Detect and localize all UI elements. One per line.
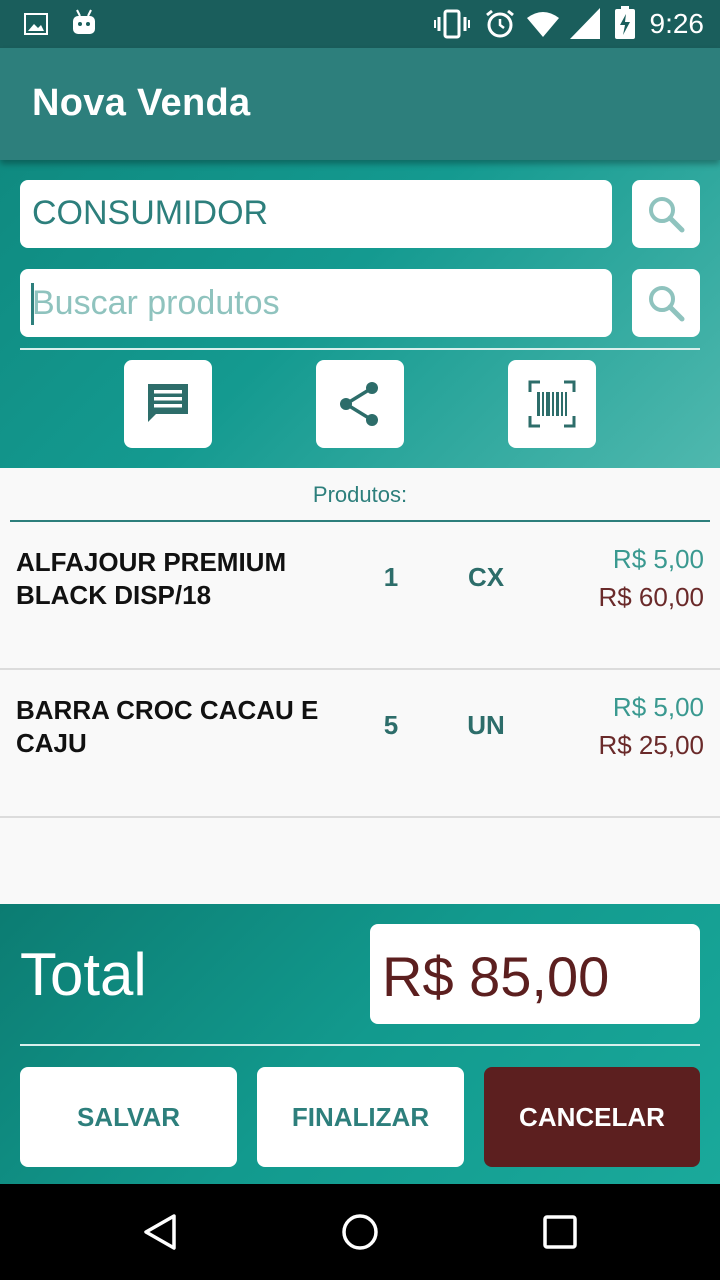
notes-button[interactable] — [124, 360, 212, 448]
back-icon[interactable] — [140, 1212, 180, 1252]
finish-button[interactable]: FINALIZAR — [257, 1067, 464, 1167]
product-unit: UN — [467, 710, 505, 740]
product-unit: CX — [467, 562, 505, 592]
divider — [20, 348, 700, 350]
customer-field[interactable]: CONSUMIDOR — [20, 180, 612, 248]
product-search-input[interactable] — [30, 275, 604, 331]
wifi-icon — [526, 10, 560, 43]
total-label: Total — [20, 941, 147, 1008]
barcode-scan-button[interactable] — [508, 360, 596, 448]
save-button[interactable]: SALVAR — [20, 1067, 237, 1167]
vibrate-icon — [434, 9, 470, 44]
customer-value: CONSUMIDOR — [32, 194, 269, 232]
product-total-price: R$ 25,00 — [598, 730, 704, 760]
product-unit-price: R$ 5,00 — [612, 544, 704, 574]
app-bar: Nova Venda — [0, 48, 720, 160]
product-quantity: 5 — [383, 710, 399, 740]
alarm-icon — [484, 8, 516, 45]
status-time: 9:26 — [649, 8, 705, 39]
barcode-scan-icon — [528, 380, 576, 428]
share-button[interactable] — [316, 360, 404, 448]
list-item[interactable]: BARRA CROC CACAU E CAJU 5 UN R$ 5,00 R$ … — [0, 670, 720, 818]
message-icon — [148, 384, 188, 422]
cancel-button[interactable]: CANCELAR — [484, 1067, 700, 1167]
search-customer-button[interactable] — [632, 180, 700, 248]
total-box: R$ 85,00 — [370, 924, 700, 1024]
home-icon[interactable] — [340, 1212, 380, 1252]
android-icon — [70, 8, 98, 41]
product-search-field[interactable] — [20, 269, 612, 337]
product-list: Produtos: ALFAJOUR PREMIUM BLACK DISP/18… — [0, 468, 720, 904]
search-icon — [649, 286, 685, 322]
product-name: BARRA CROC CACAU E CAJU — [16, 695, 319, 758]
signal-icon — [570, 8, 600, 45]
search-products-button[interactable] — [632, 269, 700, 337]
page-title: Nova Venda — [32, 82, 251, 124]
share-icon — [340, 382, 378, 426]
list-header: Produtos: — [312, 482, 408, 507]
search-icon — [649, 197, 685, 233]
search-panel: CONSUMIDOR — [0, 160, 720, 468]
product-total-price: R$ 60,00 — [598, 582, 704, 612]
product-unit-price: R$ 5,00 — [612, 692, 704, 722]
total-value: R$ 85,00 — [382, 945, 610, 1008]
text-cursor — [31, 283, 34, 325]
product-name: ALFAJOUR PREMIUM BLACK DISP/18 — [16, 547, 287, 610]
image-icon — [24, 12, 48, 41]
divider — [20, 1044, 700, 1046]
status-bar: 9:26 — [0, 0, 720, 48]
product-quantity: 1 — [383, 562, 399, 592]
recents-icon[interactable] — [542, 1214, 578, 1250]
list-item[interactable]: ALFAJOUR PREMIUM BLACK DISP/18 1 CX R$ 5… — [0, 522, 720, 670]
battery-charging-icon — [614, 6, 636, 45]
total-panel: Total R$ 85,00 SALVAR FINALIZAR CANCELAR — [0, 904, 720, 1184]
navigation-bar — [0, 1184, 720, 1280]
